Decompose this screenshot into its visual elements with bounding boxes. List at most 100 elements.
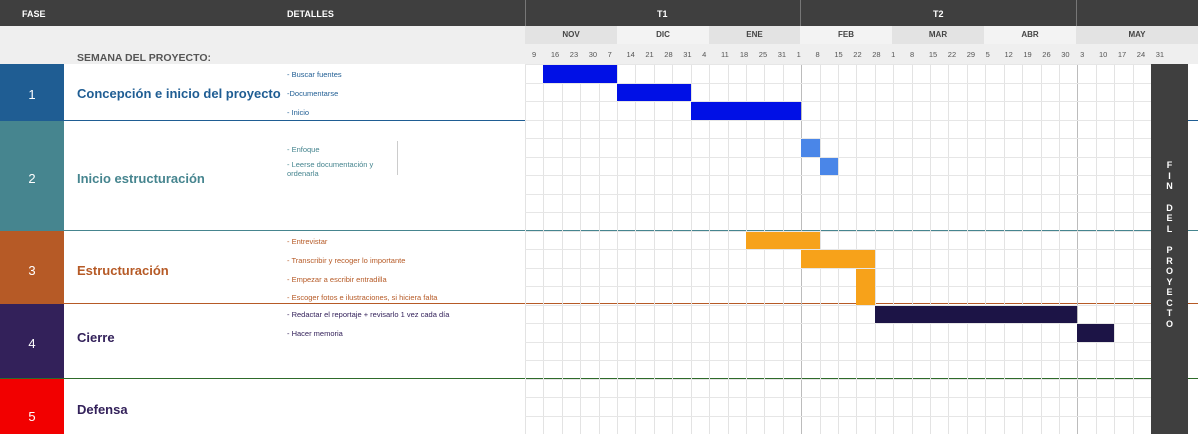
- detail-item: - Transcribir y recoger lo importante: [287, 256, 406, 265]
- gantt-bar: [856, 268, 875, 305]
- week-label: 4: [702, 50, 707, 59]
- phase-4: 4 Cierre - Redactar el reportaje + revis…: [0, 304, 525, 378]
- end-letter: T: [1166, 308, 1173, 318]
- t2-header: T2: [933, 9, 944, 19]
- fase-header: FASE: [22, 9, 46, 19]
- week-label: 19: [1023, 50, 1032, 59]
- week-label: 8: [910, 50, 915, 59]
- week-label: 11: [721, 50, 729, 59]
- header-bar: FASE DETALLES T1 T2: [0, 0, 1198, 26]
- phase-number: 2: [0, 121, 64, 230]
- week-label: 15: [928, 50, 938, 59]
- phase-title: Estructuración: [77, 263, 169, 278]
- detail-item: - Escoger fotos e ilustraciones, si hici…: [287, 293, 438, 302]
- detail-item: - Hacer memoria: [287, 329, 343, 338]
- month-abr: ABR: [984, 26, 1076, 44]
- phase-2: 2 Inicio estructuración - Enfoque - Leer…: [0, 121, 525, 230]
- gantt-bar: [745, 231, 820, 249]
- gantt-bar: [690, 102, 802, 120]
- week-label: 28: [872, 50, 881, 59]
- detail-item: - Leerse documentación y ordenarla: [287, 160, 374, 178]
- week-label: 3: [1080, 50, 1085, 59]
- week-label: 10: [1099, 50, 1108, 59]
- phase-number: 4: [0, 304, 64, 378]
- week-label: 28: [664, 50, 673, 59]
- gantt-grid: [525, 64, 1152, 434]
- gantt-bar: [819, 157, 838, 175]
- week-label: 17: [1117, 50, 1127, 59]
- month-nov: NOV: [525, 26, 617, 44]
- week-label: 21: [645, 50, 654, 59]
- month-may: MAY: [1076, 26, 1198, 44]
- detail-item: - Inicio: [287, 108, 310, 117]
- semana-label: SEMANA DEL PROYECTO:: [77, 52, 211, 64]
- detail-item: - Enfoque: [287, 145, 320, 154]
- end-letter: C: [1166, 297, 1173, 308]
- phase-title: Concepción e inicio del proyecto: [77, 86, 281, 101]
- week-label: 16: [550, 50, 560, 59]
- week-label: 26: [1042, 50, 1051, 59]
- week-label: 25: [758, 50, 768, 59]
- phase-title: Inicio estructuración: [77, 171, 205, 186]
- week-label: 29: [966, 50, 976, 59]
- phase-number: 1: [0, 64, 64, 120]
- end-letter: Y: [1166, 276, 1173, 287]
- week-label: 14: [626, 50, 635, 59]
- week-label: 22: [853, 50, 862, 59]
- week-label: 22: [947, 50, 957, 59]
- end-letter: F: [1166, 160, 1173, 170]
- month-mar: MAR: [892, 26, 984, 44]
- week-label: 12: [1004, 50, 1013, 59]
- detail-item: - Entrevistar: [287, 237, 328, 246]
- end-letter: N: [1166, 181, 1173, 191]
- gantt-bar: [874, 305, 1078, 323]
- end-letter: P: [1166, 245, 1173, 255]
- phase-number: 5: [0, 379, 64, 434]
- week-label: 7: [607, 50, 612, 59]
- month-feb: FEB: [800, 26, 892, 44]
- detail-item: - Buscar fuentes: [287, 70, 342, 79]
- week-label: 23: [569, 50, 579, 59]
- t1-header: T1: [657, 9, 668, 19]
- end-letter: L: [1166, 223, 1173, 234]
- week-label: 30: [1061, 50, 1070, 59]
- phase-1: 1 Concepción e inicio del proyecto - Bus…: [0, 64, 525, 120]
- fin-del-proyecto-column: FINDELPROYECTO: [1151, 64, 1188, 434]
- phase-5: 5 Defensa: [0, 379, 525, 434]
- end-letter: O: [1165, 318, 1173, 329]
- detail-item: -Documentarse: [287, 89, 339, 98]
- end-letter: E: [1166, 287, 1173, 297]
- week-label: 24: [1136, 50, 1146, 59]
- end-letter: O: [1165, 266, 1173, 276]
- phase-number: 3: [0, 231, 64, 303]
- week-label: 30: [588, 50, 598, 59]
- week-label: 1: [891, 50, 896, 59]
- week-label: 15: [834, 50, 843, 59]
- phase-3: 3 Estructuración - Entrevistar - Transcr…: [0, 231, 525, 303]
- week-label: 1: [796, 50, 801, 59]
- month-row: NOV DIC ENE FEB MAR ABR MAY: [0, 26, 1198, 44]
- month-dic: DIC: [617, 26, 709, 44]
- detalles-header: DETALLES: [287, 9, 334, 19]
- month-ene: ENE: [709, 26, 800, 44]
- week-label: 31: [683, 50, 692, 59]
- phase-title: Defensa: [77, 402, 128, 417]
- end-letter: I: [1168, 170, 1171, 181]
- week-label: 5: [985, 50, 990, 59]
- gantt-bar: [801, 250, 875, 268]
- gantt-bar: [617, 83, 691, 101]
- end-letter: D: [1166, 202, 1173, 213]
- phase-title: Cierre: [77, 330, 115, 345]
- end-letter: R: [1166, 255, 1173, 266]
- week-label: 9: [532, 50, 537, 59]
- week-label: 31: [1155, 50, 1165, 59]
- gantt-bar: [1077, 324, 1115, 342]
- gantt-bar: [801, 139, 820, 157]
- week-label: 18: [739, 50, 749, 59]
- week-label: 31: [777, 50, 787, 59]
- gantt-bar: [543, 65, 618, 83]
- end-letter: E: [1166, 213, 1173, 223]
- detail-item: - Empezar a escribir entradilla: [287, 275, 387, 284]
- week-label: 8: [815, 50, 820, 59]
- detail-item: - Redactar el reportaje + revisarlo 1 ve…: [287, 310, 450, 319]
